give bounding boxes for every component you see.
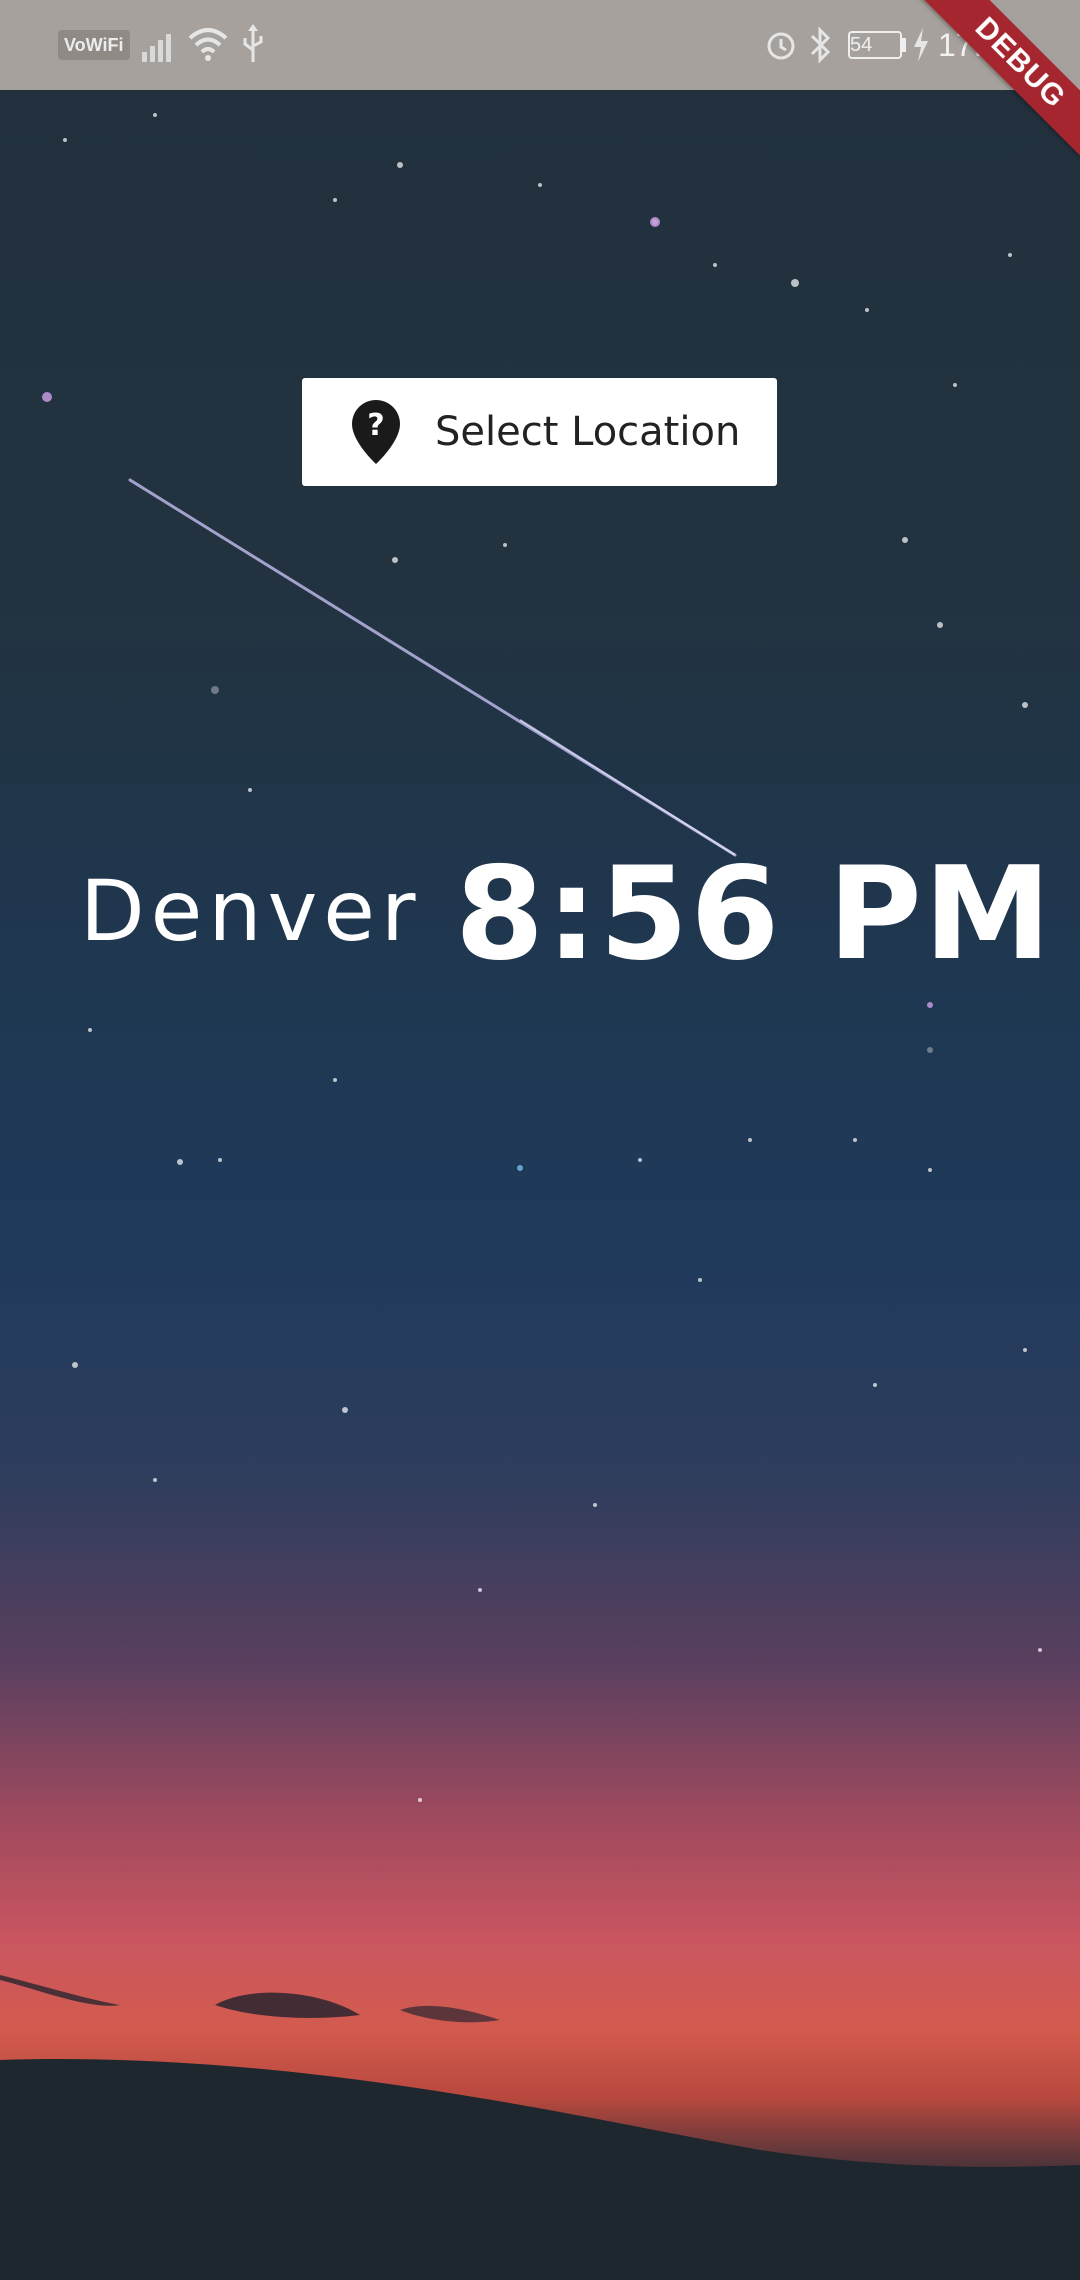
charging-icon [914,28,928,62]
usb-icon [243,24,263,62]
alarm-icon [767,32,795,60]
bluetooth-icon [810,26,831,64]
select-location-label: Select Location [435,409,741,455]
signal-icon [142,34,171,62]
current-time: 8:56 PM [455,840,1054,989]
city-name: Denver [80,862,422,960]
select-location-button[interactable]: ? Select Location [302,378,777,486]
battery-icon [902,38,906,52]
night-sky-background [0,113,1080,2280]
wifi-icon [188,28,228,61]
location-help-icon: ? [352,400,400,464]
vowifi-badge: VoWiFi [58,30,130,60]
battery-indicator: 54 [848,31,902,59]
status-bar: VoWiFi 54 17:56 [0,0,1080,90]
app-screen: VoWiFi 54 17:56 [0,0,1080,2280]
svg-text:?: ? [367,408,384,443]
